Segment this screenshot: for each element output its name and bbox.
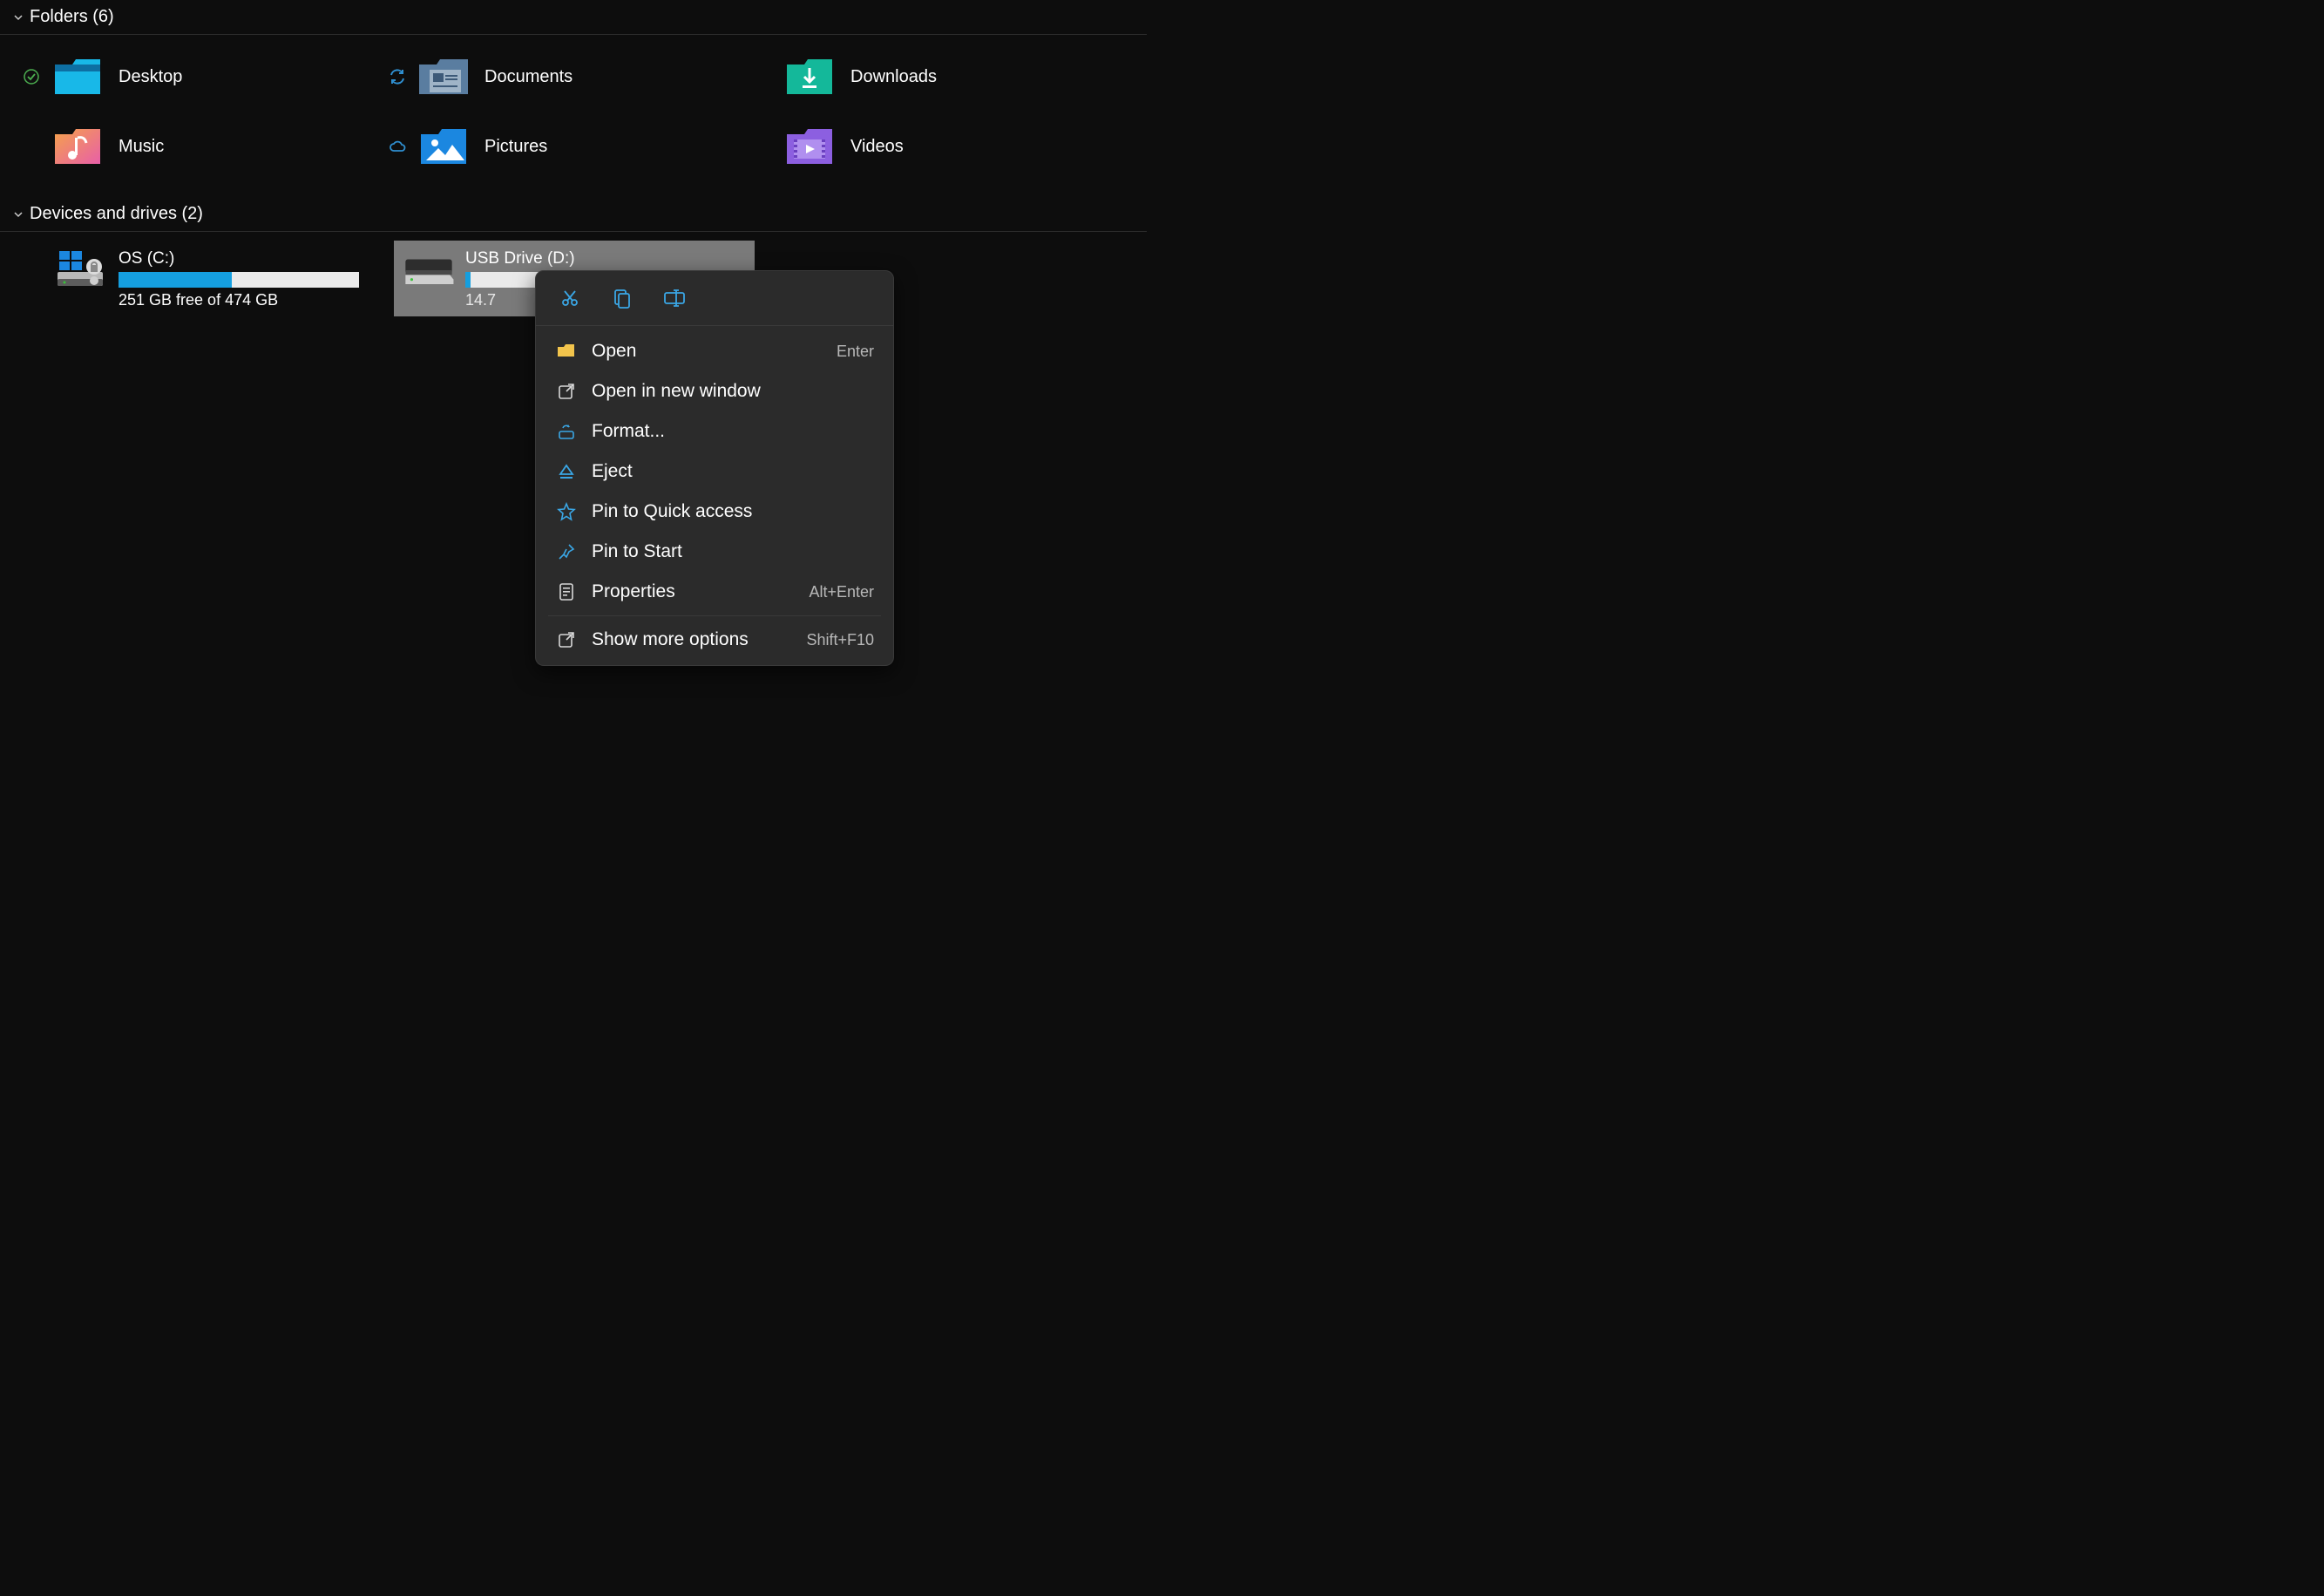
folder-grid: Desktop Documents Downl	[0, 35, 1147, 197]
folder-item-music[interactable]: Music	[21, 120, 387, 173]
ctx-pin-quick-access[interactable]: Pin to Quick access	[536, 492, 893, 532]
drive-free-text: 251 GB free of 474 GB	[119, 291, 375, 309]
context-menu-list: Open Enter Open in new window Format... …	[536, 326, 893, 665]
group-label-drives: Devices and drives (2)	[30, 204, 203, 224]
shortcut: Shift+F10	[806, 631, 874, 649]
folder-music-icon	[51, 124, 106, 169]
folder-pictures-icon	[417, 124, 472, 169]
ctx-open[interactable]: Open Enter	[536, 331, 893, 371]
folder-item-desktop[interactable]: Desktop	[21, 51, 387, 103]
folder-label: Music	[119, 137, 164, 157]
copy-icon	[613, 288, 632, 309]
chevron-down-icon	[12, 11, 24, 24]
separator	[548, 615, 881, 616]
format-icon	[555, 420, 578, 443]
drive-name: USB Drive (D:)	[465, 249, 748, 268]
folder-downloads-icon	[783, 54, 838, 99]
folder-label: Pictures	[484, 137, 547, 157]
context-menu-topbar	[536, 271, 893, 326]
eject-icon	[555, 460, 578, 483]
folder-item-pictures[interactable]: Pictures	[387, 120, 753, 173]
folder-videos-icon	[783, 124, 838, 169]
ctx-open-new-window[interactable]: Open in new window	[536, 371, 893, 411]
ctx-eject[interactable]: Eject	[536, 452, 893, 492]
folder-open-icon	[555, 340, 578, 363]
drive-usage-bar	[119, 272, 359, 288]
ctx-show-more-options[interactable]: Show more options Shift+F10	[536, 620, 893, 660]
cut-button[interactable]	[555, 283, 585, 313]
ctx-format[interactable]: Format...	[536, 411, 893, 452]
drive-item-os-c[interactable]: OS (C:) 251 GB free of 474 GB	[21, 241, 382, 316]
group-header-drives[interactable]: Devices and drives (2)	[0, 197, 1147, 232]
chevron-down-icon	[12, 208, 24, 221]
more-options-icon	[555, 628, 578, 651]
status-syncing-icon	[387, 66, 408, 87]
rename-button[interactable]	[660, 283, 689, 313]
folder-item-videos[interactable]: Videos	[753, 120, 1119, 173]
folder-label: Downloads	[850, 67, 937, 87]
shortcut: Enter	[837, 343, 874, 361]
open-external-icon	[555, 380, 578, 403]
folder-label: Documents	[484, 67, 573, 87]
folder-desktop-icon	[51, 54, 106, 99]
group-label-folders: Folders (6)	[30, 7, 114, 27]
status-none	[21, 136, 42, 157]
pin-icon	[555, 540, 578, 563]
folder-item-documents[interactable]: Documents	[387, 51, 753, 103]
ctx-pin-start[interactable]: Pin to Start	[536, 532, 893, 572]
star-icon	[555, 500, 578, 523]
properties-icon	[555, 581, 578, 603]
drive-os-icon	[54, 248, 110, 293]
status-cloud-icon	[387, 136, 408, 157]
status-none	[753, 66, 774, 87]
drive-name: OS (C:)	[119, 249, 375, 268]
copy-button[interactable]	[607, 283, 637, 313]
folder-label: Videos	[850, 137, 904, 157]
status-none	[753, 136, 774, 157]
scissors-icon	[559, 288, 580, 309]
ctx-properties[interactable]: Properties Alt+Enter	[536, 572, 893, 612]
status-none	[28, 248, 49, 268]
folder-label: Desktop	[119, 67, 182, 87]
shortcut: Alt+Enter	[809, 583, 874, 601]
status-synced-icon	[21, 66, 42, 87]
folder-documents-icon	[417, 54, 472, 99]
context-menu: Open Enter Open in new window Format... …	[535, 270, 894, 666]
rename-icon	[663, 289, 686, 308]
folder-item-downloads[interactable]: Downloads	[753, 51, 1119, 103]
drive-usb-icon	[401, 248, 457, 293]
group-header-folders[interactable]: Folders (6)	[0, 0, 1147, 35]
